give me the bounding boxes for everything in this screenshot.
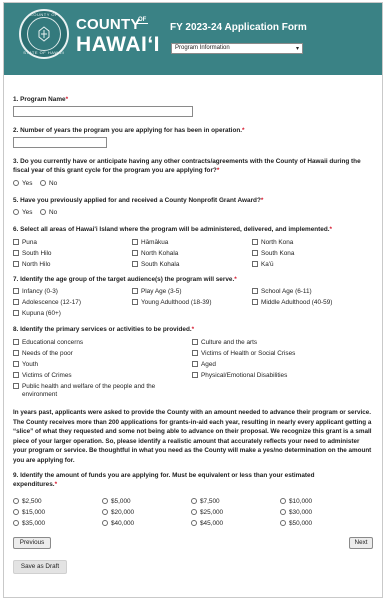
chevron-down-icon: ▾ [295,46,299,52]
years-operation-input[interactable] [13,137,107,148]
seal-inner [27,17,61,51]
service-checkbox[interactable]: Culture and the arts [192,339,257,347]
service-checkbox[interactable]: Aged [192,361,216,369]
amount-radio[interactable]: $25,000 [191,509,223,517]
brand-county: COUNTY [76,16,141,33]
amount-radio[interactable]: $5,000 [102,498,131,506]
application-frame: COUNTY OF HAWAII STATE OF HAWAII COUNTY … [3,2,383,598]
county-seal: COUNTY OF HAWAII STATE OF HAWAII [19,9,69,59]
age-checkbox[interactable]: Play Age (3-5) [132,288,182,296]
amount-radio[interactable]: $7,500 [191,498,220,506]
service-checkbox[interactable]: Public health and welfare of the people … [13,383,183,399]
question-age-groups: 7. Identify the age group of the target … [13,276,237,283]
previous-button[interactable]: Previous [13,537,51,549]
area-checkbox[interactable]: North Hilo [13,261,50,269]
amount-radio[interactable]: $30,000 [280,509,312,517]
age-checkbox[interactable]: Infancy (0-3) [13,288,58,296]
service-checkbox[interactable]: Victims of Health or Social Crises [192,350,295,358]
service-checkbox[interactable]: Needs of the poor [13,350,73,358]
header-banner: COUNTY OF HAWAII STATE OF HAWAII COUNTY … [4,3,382,75]
seal-text-bottom: STATE OF HAWAII [23,50,65,55]
service-checkbox[interactable]: Physical/Emotional Disabilities [192,372,287,380]
section-select-value: Program Information [175,45,230,51]
radio-yes-q5[interactable] [13,209,19,215]
amount-radio[interactable]: $2,500 [13,498,42,506]
save-draft-button[interactable]: Save as Draft [13,560,67,574]
seal-emblem-icon [38,26,50,42]
area-checkbox[interactable]: Puna [13,239,37,247]
area-checkbox[interactable]: Hāmākua [132,239,168,247]
question-amount: 9. Identify the amount of funds you are … [13,472,315,488]
area-checkbox[interactable]: Ka'ū [252,261,274,269]
area-checkbox[interactable]: South Hilo [13,250,52,258]
amount-radio[interactable]: $40,000 [102,520,134,528]
question-program-name: 1. Program Name* [13,96,69,103]
amount-radio[interactable]: $50,000 [280,520,312,528]
brand-underline [134,23,148,24]
radio-no-q3[interactable] [40,180,46,186]
amount-radio[interactable]: $45,000 [191,520,223,528]
age-checkbox[interactable]: Adolescence (12-17) [13,299,81,307]
age-checkbox[interactable]: Young Adulthood (18-39) [132,299,211,307]
previous-award-no[interactable]: No [40,209,57,217]
radio-yes-q3[interactable] [13,180,19,186]
brand-hawaii: HAWAIʻI [76,33,161,56]
question-services: 8. Identify the primary services or acti… [13,326,195,333]
service-checkbox[interactable]: Educational concerns [13,339,83,347]
age-checkbox[interactable]: Kupuna (60+) [13,310,61,318]
next-button[interactable]: Next [349,537,373,549]
other-contracts-no[interactable]: No [40,180,57,188]
amount-radio[interactable]: $15,000 [13,509,45,517]
question-previous-award: 5. Have you previously applied for and r… [13,197,264,204]
service-checkbox[interactable]: Youth [13,361,38,369]
previous-award-yes[interactable]: Yes [13,209,32,217]
area-checkbox[interactable]: South Kona [252,250,294,258]
age-checkbox[interactable]: School Age (6-11) [252,288,312,296]
area-checkbox[interactable]: North Kona [252,239,293,247]
amount-radio[interactable]: $10,000 [280,498,312,506]
radio-no-q5[interactable] [40,209,46,215]
amount-radio[interactable]: $20,000 [102,509,134,517]
program-name-input[interactable] [13,106,193,117]
section-select[interactable]: Program Information ▾ [171,43,303,54]
page-title: FY 2023-24 Application Form [170,22,307,33]
amount-radio[interactable]: $35,000 [13,520,45,528]
question-years-operation: 2. Number of years the program you are a… [13,127,245,134]
age-checkbox[interactable]: Middle Adulthood (40-59) [252,299,332,307]
question-areas: 6. Select all areas of Hawai'i Island wh… [13,226,333,233]
info-paragraph: In years past, applicants were asked to … [13,409,372,464]
other-contracts-yes[interactable]: Yes [13,180,32,188]
area-checkbox[interactable]: South Kohala [132,261,179,269]
question-other-contracts: 3. Do you currently have or anticipate h… [13,158,361,174]
service-checkbox[interactable]: Victims of Crimes [13,372,72,380]
area-checkbox[interactable]: North Kohala [132,250,178,258]
